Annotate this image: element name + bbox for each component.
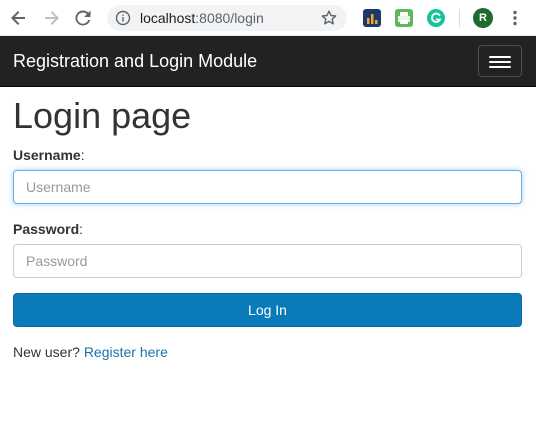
signup-prompt-text: New user? [13, 344, 80, 360]
url-path: :8080/login [195, 10, 264, 26]
forward-icon[interactable] [40, 7, 62, 29]
password-input[interactable] [13, 244, 522, 278]
profile-avatar[interactable]: R [473, 8, 493, 28]
password-label: Password: [13, 221, 83, 237]
reload-icon[interactable] [72, 7, 94, 29]
hamburger-icon [489, 61, 511, 63]
bookmark-star-icon[interactable] [320, 9, 338, 27]
page-title: Login page [13, 95, 192, 136]
grammarly-extension-icon[interactable] [427, 9, 445, 27]
label-colon: : [79, 221, 84, 237]
url-text: localhost:8080/login [140, 10, 264, 26]
username-label-text: Username [13, 147, 81, 163]
menu-kebab-icon[interactable] [507, 9, 523, 27]
url-host: localhost [140, 10, 196, 26]
register-link[interactable]: Register here [84, 344, 168, 360]
toolbar-separator [459, 9, 460, 27]
print-extension-icon[interactable] [395, 9, 413, 27]
password-label-text: Password [13, 221, 80, 237]
info-icon[interactable] [115, 10, 131, 26]
analytics-extension-icon[interactable] [363, 9, 381, 27]
navbar-toggle-button[interactable] [478, 45, 522, 77]
back-icon[interactable] [8, 7, 30, 29]
hamburger-icon [489, 66, 511, 68]
username-label: Username: [13, 147, 85, 163]
hamburger-icon [489, 56, 511, 58]
navbar: Registration and Login Module [0, 36, 536, 87]
navbar-brand[interactable]: Registration and Login Module [13, 51, 257, 71]
username-input[interactable] [13, 170, 522, 204]
label-colon: : [80, 147, 85, 163]
signup-prompt: New user? Register here [13, 344, 168, 360]
browser-toolbar: localhost:8080/login R [0, 0, 536, 36]
login-button[interactable]: Log In [13, 293, 522, 327]
address-bar[interactable]: localhost:8080/login [107, 5, 347, 31]
